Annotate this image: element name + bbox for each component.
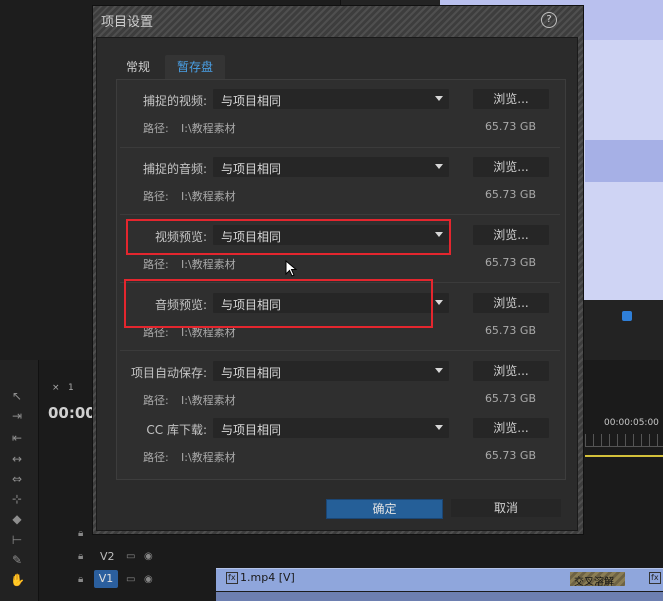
help-icon[interactable]: ? (541, 12, 557, 28)
captured-video-label: 捕捉的视频: (142, 94, 207, 108)
clip-fx-badge: fx (226, 572, 238, 584)
tools-panel: ↖ ⇥ ⇤ ↔ ⇔ ⊹ ◆ ⊢ ✎ ✋ (0, 360, 39, 601)
path-label: 路径: (143, 258, 169, 271)
path-label: 路径: (143, 451, 169, 464)
chevron-down-icon (435, 368, 443, 373)
captured-audio-free-space: 65.73 GB (484, 188, 536, 201)
program-monitor-shape (585, 140, 663, 182)
timeline-ruler[interactable] (585, 434, 663, 447)
cc-library-downloads-browse-button[interactable]: 浏览... (473, 418, 549, 438)
ok-button[interactable]: 确定 (326, 499, 443, 519)
chevron-down-icon (435, 96, 443, 101)
dropdown-value: 与项目相同 (221, 162, 282, 176)
highlight-box-video-previews (126, 219, 451, 255)
ripple-edit-tool-icon[interactable]: ⇤ (10, 432, 24, 444)
timeline-tab-number: 1 (68, 383, 74, 393)
captured-audio-label: 捕捉的音频: (142, 162, 207, 176)
eye-icon[interactable]: ◉ (144, 574, 153, 585)
project-auto-save-label: 项目自动保存: (130, 366, 207, 380)
dropdown-value: 与项目相同 (221, 423, 282, 437)
captured-audio-browse-button[interactable]: 浏览... (473, 157, 549, 177)
video-previews-browse-button[interactable]: 浏览... (473, 225, 549, 245)
rolling-edit-tool-icon[interactable]: ↔ (10, 453, 24, 465)
project-auto-save-path: I:\教程素材 (181, 394, 236, 407)
cancel-button[interactable]: 取消 (451, 499, 561, 517)
lock-icon[interactable]: 🔒︎ (78, 551, 83, 562)
video-previews-path: I:\教程素材 (181, 258, 236, 271)
video-previews-free-space: 65.73 GB (484, 256, 536, 269)
clip-fx-badge: fx (649, 572, 661, 584)
ruler-time-label: 00:00:05:00 (604, 418, 659, 428)
audio-previews-free-space: 65.73 GB (484, 324, 536, 337)
sync-icon[interactable]: ▭ (126, 574, 135, 585)
audio-previews-browse-button[interactable]: 浏览... (473, 293, 549, 313)
divider (120, 214, 560, 215)
mouse-pointer-icon (285, 260, 298, 277)
transition-label: 交叉溶解 (574, 577, 614, 588)
tab-scratch-disks[interactable]: 暂存盘 (165, 55, 225, 79)
track-select-tool-icon[interactable]: ⇥ (10, 410, 24, 422)
pen-tool-icon[interactable]: ✎ (10, 554, 24, 566)
cc-library-downloads-free-space: 65.73 GB (484, 449, 536, 462)
lock-icon[interactable]: 🔒︎ (78, 574, 83, 585)
divider (120, 350, 560, 351)
cc-library-downloads-path: I:\教程素材 (181, 451, 236, 464)
chevron-down-icon (435, 164, 443, 169)
selection-tool-icon[interactable]: ↖ (10, 390, 24, 402)
tab-general[interactable]: 常规 (116, 55, 160, 79)
path-label: 路径: (143, 122, 169, 135)
rate-stretch-tool-icon[interactable]: ⇔ (10, 473, 24, 485)
captured-video-dropdown[interactable]: 与项目相同 (213, 89, 449, 109)
lock-icon[interactable]: 🔒︎ (78, 528, 83, 539)
track-v1-label[interactable]: V1 (94, 570, 118, 588)
eye-icon[interactable]: ◉ (144, 551, 153, 562)
dropdown-value: 与项目相同 (221, 366, 282, 380)
slide-tool-icon[interactable]: ⊢ (10, 534, 24, 546)
track-v2-label[interactable]: V2 (100, 550, 115, 563)
path-label: 路径: (143, 394, 169, 407)
clip-label: 1.mp4 [V] (240, 571, 295, 584)
cc-library-downloads-dropdown[interactable]: 与项目相同 (213, 418, 449, 438)
captured-video-path: I:\教程素材 (181, 122, 236, 135)
hand-tool-icon[interactable]: ✋ (10, 574, 25, 586)
work-area-bar[interactable] (585, 455, 663, 457)
sync-icon[interactable]: ▭ (126, 551, 135, 562)
captured-video-free-space: 65.73 GB (484, 120, 536, 133)
project-auto-save-free-space: 65.73 GB (484, 392, 536, 405)
slip-tool-icon[interactable]: ◆ (10, 513, 24, 525)
project-auto-save-browse-button[interactable]: 浏览... (473, 361, 549, 381)
playhead-marker[interactable] (622, 311, 632, 321)
captured-audio-dropdown[interactable]: 与项目相同 (213, 157, 449, 177)
chevron-down-icon (435, 425, 443, 430)
highlight-box-audio-previews (124, 279, 433, 328)
divider (120, 147, 560, 148)
cc-library-downloads-label: CC 库下载: (146, 423, 207, 437)
chevron-down-icon (435, 300, 443, 305)
audio-track-strip (216, 592, 663, 601)
project-auto-save-dropdown[interactable]: 与项目相同 (213, 361, 449, 381)
captured-video-browse-button[interactable]: 浏览... (473, 89, 549, 109)
captured-audio-path: I:\教程素材 (181, 190, 236, 203)
dropdown-value: 与项目相同 (221, 94, 282, 108)
timeline-tab-close[interactable]: × (52, 383, 60, 393)
razor-tool-icon[interactable]: ⊹ (10, 493, 24, 505)
timeline-timecode[interactable]: 00:00 (48, 404, 96, 422)
path-label: 路径: (143, 190, 169, 203)
dialog-title: 项目设置 (101, 15, 154, 30)
